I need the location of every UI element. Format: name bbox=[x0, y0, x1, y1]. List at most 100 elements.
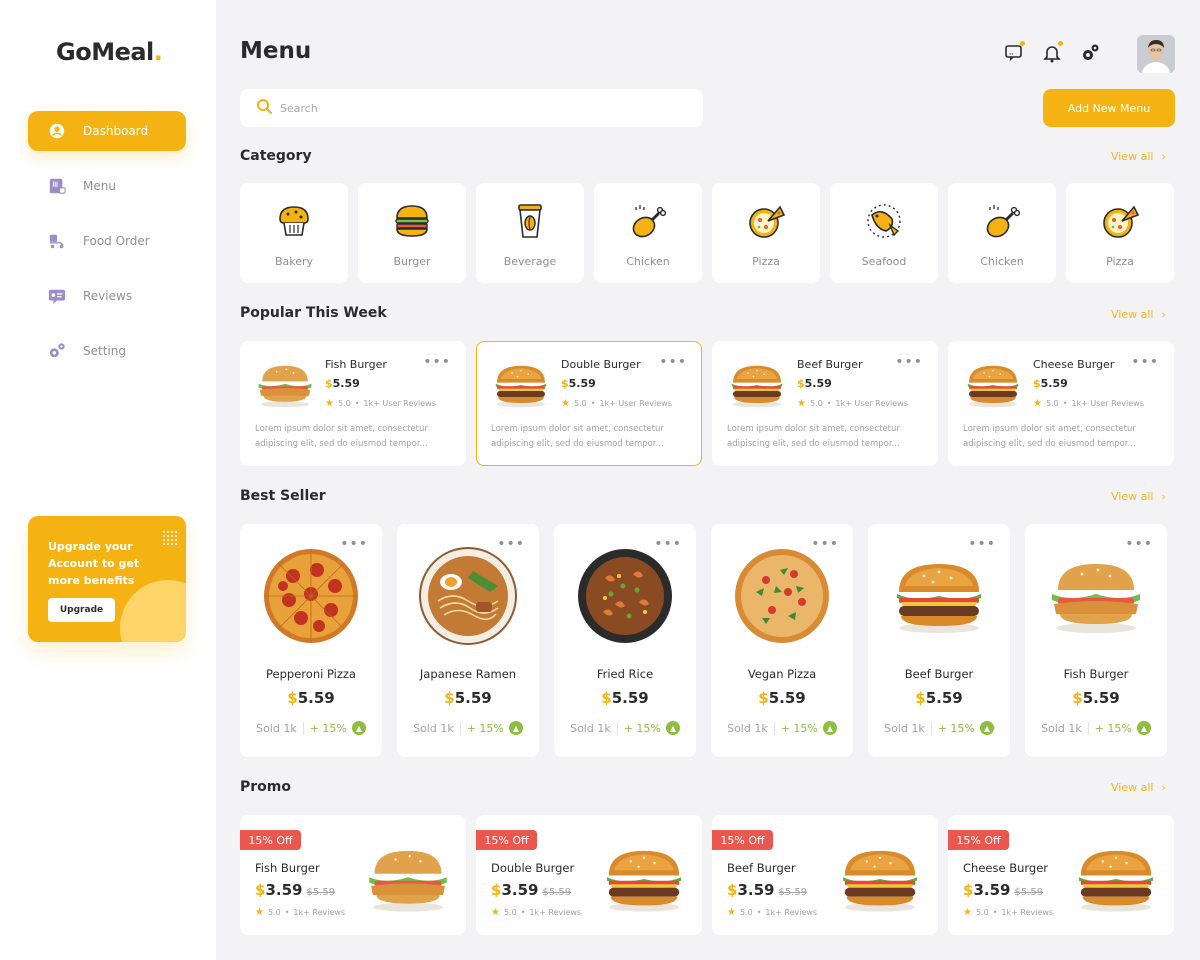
more-options-icon[interactable]: ••• bbox=[895, 354, 923, 370]
arrow-up-icon: ▲ bbox=[351, 721, 366, 735]
arrow-up-icon: ▲ bbox=[822, 721, 837, 735]
food-image bbox=[418, 546, 518, 646]
arrow-up-icon: ▲ bbox=[1136, 721, 1151, 735]
more-options-icon[interactable]: ••• bbox=[968, 536, 996, 552]
promo-title: Promo bbox=[240, 779, 291, 795]
description-line: adipiscing elit, sed do eiusmod tempor..… bbox=[963, 439, 1136, 449]
category-item-seafood[interactable]: Seafood bbox=[830, 183, 938, 283]
promo-view-all-link[interactable]: View all › bbox=[1111, 781, 1166, 794]
discount-badge: 15% Off bbox=[948, 830, 1009, 850]
reviews-icon bbox=[48, 287, 66, 305]
sidebar-item-reviews[interactable]: Reviews bbox=[28, 276, 186, 316]
bell-icon[interactable] bbox=[1041, 41, 1063, 64]
search-input[interactable] bbox=[280, 101, 680, 115]
rating: ★ 5.0 • 1k+ User Reviews bbox=[1033, 398, 1144, 409]
separator-dot: • bbox=[520, 908, 526, 917]
best-seller-card[interactable]: ••• Pepperoni Pizza $5.59 Sold 1k + 15% ▲ bbox=[240, 524, 382, 757]
original-price: $5.59 bbox=[778, 887, 808, 898]
food-price: $3.59 $5.59 bbox=[963, 881, 1043, 899]
more-options-icon[interactable]: ••• bbox=[1125, 536, 1153, 552]
header-icons: .. bbox=[1003, 41, 1101, 64]
more-options-icon[interactable]: ••• bbox=[1131, 354, 1159, 370]
sidebar-item-dashboard[interactable]: Dashboard bbox=[28, 111, 186, 151]
price-value: 3.59 bbox=[265, 881, 303, 899]
rating-value: 5.0 bbox=[337, 399, 351, 408]
food-price: $5.59 bbox=[554, 689, 696, 707]
star-icon: ★ bbox=[561, 398, 570, 409]
bakery-icon bbox=[274, 201, 314, 245]
best-seller-card[interactable]: ••• Fish Burger $5.59 Sold 1k + 15% ▲ bbox=[1025, 524, 1167, 757]
avatar[interactable] bbox=[1137, 35, 1175, 73]
best-seller-card[interactable]: ••• Beef Burger $5.59 Sold 1k + 15% ▲ bbox=[868, 524, 1010, 757]
food-image bbox=[963, 360, 1023, 410]
star-icon: ★ bbox=[797, 398, 806, 409]
category-item-bakery[interactable]: Bakery bbox=[240, 183, 348, 283]
category-list: Bakery Burger Beverage Chicken Pizza Sea… bbox=[240, 183, 1174, 283]
popular-card[interactable]: Beef Burger $5.59 ★ 5.0 • 1k+ User Reviews … bbox=[712, 341, 938, 466]
popular-view-all-link[interactable]: View all › bbox=[1111, 308, 1166, 321]
notification-dot bbox=[1020, 41, 1025, 46]
food-price: $5.59 bbox=[561, 377, 596, 390]
promo-card[interactable]: 15% Off Double Burger $3.59 $5.59 ★ 5.0 • 1k… bbox=[476, 815, 702, 935]
upgrade-text: Upgrade your Account to get more benefit… bbox=[48, 540, 140, 587]
brand-logo[interactable]: GoMeal. bbox=[56, 38, 163, 66]
category-item-burger[interactable]: Burger bbox=[358, 183, 466, 283]
popular-card[interactable]: Double Burger $5.59 ★ 5.0 • 1k+ User Review… bbox=[476, 341, 702, 466]
currency-symbol: $ bbox=[1033, 377, 1041, 390]
food-price: $5.59 bbox=[1025, 689, 1167, 707]
add-new-menu-button[interactable]: Add New Menu bbox=[1043, 89, 1175, 127]
food-price: $5.59 bbox=[797, 377, 832, 390]
food-image bbox=[889, 554, 989, 638]
category-item-pizza[interactable]: Pizza bbox=[1066, 183, 1174, 283]
chevron-right-icon: › bbox=[1161, 150, 1166, 163]
category-label: Chicken bbox=[626, 255, 670, 268]
promo-card[interactable]: 15% Off Beef Burger $3.59 $5.59 ★ 5.0 • 1k+ … bbox=[712, 815, 938, 935]
food-image bbox=[727, 360, 787, 410]
rating-value: 5.0 bbox=[809, 399, 823, 408]
sold-count: Sold 1k bbox=[570, 721, 618, 735]
category-view-all-link[interactable]: View all › bbox=[1111, 150, 1166, 163]
chicken-icon bbox=[982, 201, 1022, 245]
promo-card[interactable]: 15% Off Fish Burger $3.59 $5.59 ★ 5.0 • 1k+ … bbox=[240, 815, 466, 935]
chat-icon[interactable]: .. bbox=[1003, 41, 1025, 64]
sidebar-item-label: Menu bbox=[83, 179, 116, 193]
gear-icon[interactable] bbox=[1079, 42, 1101, 64]
sold-count: Sold 1k bbox=[727, 721, 775, 735]
sidebar-item-food-order[interactable]: Food Order bbox=[28, 221, 186, 261]
review-count: 1k+ Reviews bbox=[1001, 908, 1054, 917]
best-seller-view-all-link[interactable]: View all › bbox=[1111, 490, 1166, 503]
category-item-chicken[interactable]: Chicken bbox=[594, 183, 702, 283]
decorative-circle bbox=[120, 580, 186, 642]
growth-percent: + 15% bbox=[466, 721, 504, 735]
search-bar[interactable] bbox=[240, 89, 703, 127]
more-options-icon[interactable]: ••• bbox=[659, 354, 687, 370]
sales-stats: Sold 1k + 15% ▲ bbox=[711, 721, 853, 735]
food-name: Beef Burger bbox=[797, 358, 863, 371]
best-seller-card[interactable]: ••• Japanese Ramen $5.59 Sold 1k + 15% ▲ bbox=[397, 524, 539, 757]
sales-stats: Sold 1k + 15% ▲ bbox=[1025, 721, 1167, 735]
best-seller-card[interactable]: ••• Vegan Pizza $5.59 Sold 1k + 15% ▲ bbox=[711, 524, 853, 757]
category-item-chicken[interactable]: Chicken bbox=[948, 183, 1056, 283]
star-icon: ★ bbox=[963, 907, 972, 918]
best-seller-card[interactable]: ••• Fried Rice $5.59 Sold 1k + 15% ▲ bbox=[554, 524, 696, 757]
promo-card[interactable]: 15% Off Cheese Burger $3.59 $5.59 ★ 5.0 • 1k… bbox=[948, 815, 1174, 935]
popular-card[interactable]: Fish Burger $5.59 ★ 5.0 • 1k+ User Reviews … bbox=[240, 341, 466, 466]
star-icon: ★ bbox=[727, 907, 736, 918]
upgrade-button[interactable]: Upgrade bbox=[48, 598, 115, 622]
best-seller-list: ••• Pepperoni Pizza $5.59 Sold 1k + 15% ▲ … bbox=[240, 524, 1167, 757]
separator-dot: • bbox=[590, 399, 596, 408]
view-all-label: View all bbox=[1111, 490, 1154, 503]
review-count: 1k+ User Reviews bbox=[363, 399, 436, 408]
sidebar-item-menu[interactable]: Menu bbox=[28, 166, 186, 206]
original-price: $5.59 bbox=[306, 887, 336, 898]
category-item-pizza[interactable]: Pizza bbox=[712, 183, 820, 283]
food-name: Pepperoni Pizza bbox=[266, 667, 356, 681]
more-options-icon[interactable]: ••• bbox=[423, 354, 451, 370]
sales-stats: Sold 1k + 15% ▲ bbox=[554, 721, 696, 735]
brand-dot: . bbox=[153, 38, 163, 66]
discount-badge: 15% Off bbox=[476, 830, 537, 850]
category-item-beverage[interactable]: Beverage bbox=[476, 183, 584, 283]
star-icon: ★ bbox=[325, 398, 334, 409]
sidebar-item-setting[interactable]: Setting bbox=[28, 331, 186, 371]
popular-card[interactable]: Cheese Burger $5.59 ★ 5.0 • 1k+ User Review… bbox=[948, 341, 1174, 466]
